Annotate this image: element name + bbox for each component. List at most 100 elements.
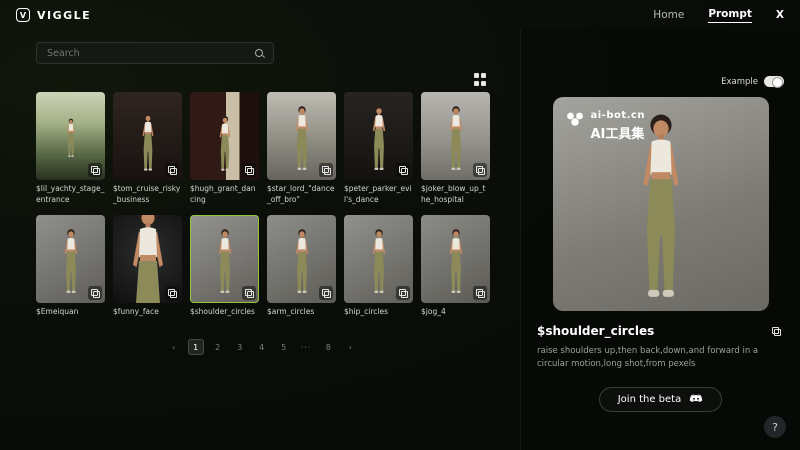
template-label: $hugh_grant_dancing bbox=[190, 184, 259, 205]
template-label: $jog_4 bbox=[421, 307, 490, 327]
copy-prompt-icon[interactable] bbox=[768, 323, 784, 339]
template-thumbnail[interactable] bbox=[344, 92, 413, 180]
template-card[interactable]: $joker_blow_up_the_hospital bbox=[421, 92, 490, 205]
character-figure bbox=[135, 113, 161, 175]
template-label: $Emeiquan bbox=[36, 307, 105, 327]
template-card[interactable]: $lil_yachty_stage_entrance bbox=[36, 92, 105, 205]
detail-title: $shoulder_circles bbox=[537, 324, 654, 338]
preview-image: ai-bot.cn AI工具集 bbox=[553, 97, 769, 311]
template-card[interactable]: $hugh_grant_dancing bbox=[190, 92, 259, 205]
template-label: $shoulder_circles bbox=[190, 307, 259, 327]
copy-icon[interactable] bbox=[165, 163, 179, 177]
template-thumbnail[interactable] bbox=[113, 92, 182, 180]
copy-icon[interactable] bbox=[88, 163, 102, 177]
copy-icon[interactable] bbox=[473, 163, 487, 177]
view-toggle-row bbox=[36, 73, 486, 86]
template-card[interactable]: $star_lord_"dance_off_bro" bbox=[267, 92, 336, 205]
grid-view-icon[interactable] bbox=[474, 73, 486, 86]
copy-icon[interactable] bbox=[242, 163, 256, 177]
discord-icon bbox=[689, 394, 703, 405]
join-beta-button[interactable]: Join the beta bbox=[599, 387, 723, 412]
pagination-page-3[interactable]: 3 bbox=[232, 339, 248, 355]
detail-title-row: $shoulder_circles bbox=[537, 323, 784, 339]
template-card-selected[interactable]: $shoulder_circles bbox=[190, 215, 259, 327]
character-figure bbox=[443, 228, 469, 298]
template-thumbnail[interactable] bbox=[190, 92, 259, 180]
character-figure bbox=[212, 228, 238, 298]
example-toggle[interactable] bbox=[764, 76, 784, 87]
pagination: ‹ 1 2 3 4 5 ··· 8 › bbox=[36, 339, 488, 355]
character-figure bbox=[58, 118, 84, 160]
copy-icon[interactable] bbox=[396, 286, 410, 300]
template-label: $funny_face bbox=[113, 307, 182, 327]
pagination-page-5[interactable]: 5 bbox=[276, 339, 292, 355]
viggle-logo-icon: V bbox=[16, 8, 30, 22]
template-card[interactable]: $Emeiquan bbox=[36, 215, 105, 327]
template-grid: $lil_yachty_stage_entrance $tom_cruise_r… bbox=[36, 92, 488, 327]
template-thumbnail-selected[interactable] bbox=[190, 215, 259, 303]
character-figure bbox=[366, 105, 392, 175]
pagination-page-1[interactable]: 1 bbox=[188, 339, 204, 355]
search-input[interactable] bbox=[45, 47, 254, 60]
character-figure bbox=[58, 228, 84, 298]
detail-panel: Example ai-bot.cn AI工具集 $shoulder_circle… bbox=[520, 30, 800, 450]
nav-prompt[interactable]: Prompt bbox=[708, 8, 752, 23]
template-thumbnail[interactable] bbox=[113, 215, 182, 303]
template-thumbnail[interactable] bbox=[267, 92, 336, 180]
template-thumbnail[interactable] bbox=[267, 215, 336, 303]
template-label: $arm_circles bbox=[267, 307, 336, 327]
ai-bot-logo-icon bbox=[566, 110, 584, 126]
copy-icon[interactable] bbox=[165, 286, 179, 300]
help-button[interactable]: ? bbox=[764, 416, 786, 438]
template-label: $peter_parker_evil's_dance bbox=[344, 184, 413, 205]
pagination-ellipsis: ··· bbox=[298, 339, 315, 355]
template-card[interactable]: $tom_cruise_risky_business bbox=[113, 92, 182, 205]
example-label: Example bbox=[721, 77, 758, 87]
character-figure bbox=[443, 105, 469, 175]
template-gallery-section: $lil_yachty_stage_entrance $tom_cruise_r… bbox=[36, 30, 488, 355]
pagination-prev[interactable]: ‹ bbox=[166, 339, 182, 355]
character-figure bbox=[212, 115, 238, 175]
pagination-page-2[interactable]: 2 bbox=[210, 339, 226, 355]
character-figure bbox=[366, 228, 392, 298]
template-card[interactable]: $jog_4 bbox=[421, 215, 490, 327]
template-thumbnail[interactable] bbox=[344, 215, 413, 303]
template-thumbnail[interactable] bbox=[421, 92, 490, 180]
pagination-page-4[interactable]: 4 bbox=[254, 339, 270, 355]
join-beta-label: Join the beta bbox=[618, 394, 682, 405]
copy-icon[interactable] bbox=[396, 163, 410, 177]
pagination-page-8[interactable]: 8 bbox=[320, 339, 336, 355]
template-label: $lil_yachty_stage_entrance bbox=[36, 184, 105, 205]
template-thumbnail[interactable] bbox=[36, 215, 105, 303]
template-label: $star_lord_"dance_off_bro" bbox=[267, 184, 336, 205]
template-label: $joker_blow_up_the_hospital bbox=[421, 184, 490, 205]
template-label: $hip_circles bbox=[344, 307, 413, 327]
template-card[interactable]: $arm_circles bbox=[267, 215, 336, 327]
template-thumbnail[interactable] bbox=[421, 215, 490, 303]
template-card[interactable]: $hip_circles bbox=[344, 215, 413, 327]
viggle-app: V VIGGLE Home Prompt X $lil_yachty_stage… bbox=[0, 0, 800, 450]
copy-icon[interactable] bbox=[242, 286, 256, 300]
template-card[interactable]: $peter_parker_evil's_dance bbox=[344, 92, 413, 205]
top-bar: V VIGGLE Home Prompt X bbox=[0, 0, 800, 30]
nav-home[interactable]: Home bbox=[653, 9, 684, 21]
template-card[interactable]: $funny_face bbox=[113, 215, 182, 327]
main-nav: Home Prompt X bbox=[653, 8, 784, 23]
search-icon[interactable] bbox=[254, 48, 265, 59]
character-figure bbox=[289, 105, 315, 175]
brand-name: VIGGLE bbox=[37, 9, 91, 22]
preview-character-figure bbox=[624, 111, 698, 311]
copy-icon[interactable] bbox=[319, 163, 333, 177]
copy-icon[interactable] bbox=[473, 286, 487, 300]
character-figure bbox=[289, 228, 315, 298]
search-box[interactable] bbox=[36, 42, 274, 64]
copy-icon[interactable] bbox=[319, 286, 333, 300]
example-row: Example bbox=[537, 76, 784, 87]
brand[interactable]: V VIGGLE bbox=[16, 8, 91, 22]
template-thumbnail[interactable] bbox=[36, 92, 105, 180]
template-label: $tom_cruise_risky_business bbox=[113, 184, 182, 205]
pagination-next[interactable]: › bbox=[342, 339, 358, 355]
nav-x[interactable]: X bbox=[776, 9, 784, 21]
detail-description: raise shoulders up,then back,down,and fo… bbox=[537, 345, 784, 371]
copy-icon[interactable] bbox=[88, 286, 102, 300]
